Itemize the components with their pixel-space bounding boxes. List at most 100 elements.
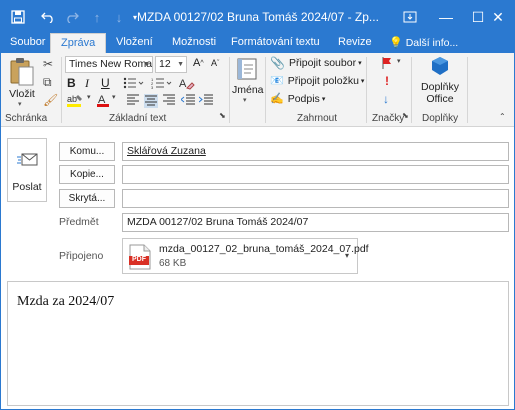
- tab-options[interactable]: Možnosti: [169, 33, 219, 53]
- minimize-button[interactable]: —: [429, 1, 463, 33]
- subject-field[interactable]: MZDA 00127/02 Bruna Tomáš 2024/07: [122, 213, 509, 232]
- signature-icon: ✍: [270, 93, 284, 105]
- ribbon: Vložit ▾ ✂ ⧉ 🖌 Schránka Times New Roma ▼…: [1, 53, 514, 127]
- attachment-size: 68 KB: [159, 258, 187, 269]
- bold-button[interactable]: B: [67, 76, 76, 90]
- clipboard-group-label: Schránka: [5, 113, 48, 124]
- send-label: Poslat: [12, 181, 42, 193]
- to-field[interactable]: Sklářová Zuzana: [122, 142, 509, 161]
- paste-button[interactable]: Vložit ▾: [6, 57, 38, 109]
- attachment-item[interactable]: PDF mzda_00127_02_bruna_tomáš_2024_07.pd…: [122, 238, 369, 274]
- bcc-field[interactable]: [122, 189, 509, 208]
- highlight-color-icon[interactable]: ab: [67, 93, 85, 110]
- bullets-icon[interactable]: [123, 77, 145, 92]
- grow-font-icon[interactable]: A ^: [193, 57, 204, 69]
- message-body-text[interactable]: Mzda za 2024/07: [17, 294, 114, 310]
- chevron-down-icon: ▾: [243, 97, 247, 104]
- chevron-down-icon: ▼: [143, 61, 150, 68]
- tab-review[interactable]: Revize: [335, 33, 375, 53]
- chevron-down-icon[interactable]: ▾: [87, 93, 91, 101]
- redo-icon[interactable]: [63, 8, 81, 26]
- window-title: MZDA 00127/02 Bruna Tomáš 2024/07 - Zp..…: [137, 10, 379, 24]
- addins-group-label: Doplňky: [422, 113, 459, 124]
- dialog-launcher-icon[interactable]: ⬊: [219, 111, 226, 120]
- send-icon: [17, 153, 38, 166]
- align-left-icon[interactable]: [127, 94, 139, 109]
- copy-icon[interactable]: ⧉: [43, 75, 52, 90]
- font-name-value: Times New Roma: [69, 58, 153, 70]
- send-button[interactable]: Poslat: [7, 138, 47, 202]
- message-body[interactable]: Mzda za 2024/07: [7, 281, 509, 406]
- save-icon[interactable]: [9, 8, 27, 26]
- ribbon-display-options-icon[interactable]: [393, 1, 427, 33]
- shrink-font-icon[interactable]: Aˇ: [211, 58, 219, 68]
- recipient-name[interactable]: Sklářová Zuzana: [127, 145, 206, 157]
- chevron-down-icon: ▾: [358, 60, 362, 67]
- align-right-icon[interactable]: [163, 94, 175, 109]
- svg-text:3: 3: [151, 85, 154, 89]
- close-button[interactable]: ✕: [481, 1, 514, 33]
- office-addins-button[interactable]: Doplňky Office: [415, 56, 465, 110]
- tags-group-label: Značky: [372, 113, 405, 124]
- subject-label: Předmět: [59, 216, 99, 228]
- font-color-icon[interactable]: A: [97, 93, 109, 110]
- signature-label: Podpis: [287, 92, 320, 105]
- decrease-indent-icon[interactable]: [180, 94, 195, 109]
- dialog-launcher-icon[interactable]: ⬊: [402, 111, 409, 120]
- chevron-down-icon[interactable]: ▾: [397, 57, 401, 65]
- attach-item-icon: 📧: [270, 75, 284, 87]
- align-center-icon[interactable]: [144, 94, 158, 108]
- attachment-name: mzda_00127_02_bruna_tomáš_2024_07.pdf: [159, 243, 369, 255]
- tell-me[interactable]: 💡 Další info...: [389, 36, 459, 50]
- bcc-button[interactable]: Skrytá...: [59, 189, 115, 208]
- attached-label: Připojeno: [59, 250, 104, 262]
- numbering-icon[interactable]: 123: [151, 77, 173, 92]
- font-size-value: 12: [159, 58, 171, 70]
- group-divider: [61, 57, 62, 123]
- cc-button[interactable]: Kopie...: [59, 165, 115, 184]
- undo-icon[interactable]: [39, 8, 57, 26]
- next-item-icon[interactable]: ↓: [111, 8, 127, 26]
- font-size-select[interactable]: 12 ▼: [155, 56, 187, 73]
- attachment-menu-icon[interactable]: ▾: [345, 251, 349, 260]
- chevron-down-icon[interactable]: ▾: [112, 93, 116, 101]
- paste-icon: [10, 58, 34, 86]
- chevron-down-icon: ▼: [177, 61, 184, 68]
- tell-me-label: Další info...: [405, 36, 459, 49]
- increase-indent-icon[interactable]: [198, 94, 213, 109]
- cut-icon[interactable]: ✂: [43, 57, 53, 71]
- signature-button[interactable]: ✍ Podpis ▾: [270, 92, 325, 106]
- cc-field[interactable]: [122, 165, 509, 184]
- high-importance-icon[interactable]: !: [385, 74, 389, 88]
- address-book-button[interactable]: Jména ▾: [232, 57, 264, 109]
- clear-formatting-icon[interactable]: A: [179, 76, 195, 93]
- attach-file-button[interactable]: 📎 Připojit soubor ▾: [270, 56, 362, 70]
- underline-button[interactable]: U: [101, 76, 110, 90]
- italic-button[interactable]: I: [85, 76, 89, 91]
- include-group-label: Zahrnout: [297, 113, 338, 124]
- previous-item-icon[interactable]: ↑: [89, 8, 105, 26]
- office-addins-label-line1: Doplňky: [421, 81, 459, 93]
- tab-message[interactable]: Zpráva: [50, 33, 107, 53]
- paperclip-icon: 📎: [270, 56, 285, 70]
- tab-insert[interactable]: Vložení: [113, 33, 156, 53]
- group-divider: [366, 57, 367, 123]
- paste-dropdown-icon[interactable]: ▾: [18, 100, 22, 108]
- pdf-badge: PDF: [132, 256, 146, 263]
- address-book-icon: [237, 58, 257, 80]
- lightbulb-icon: 💡: [389, 37, 403, 49]
- attach-item-button[interactable]: 📧 Připojit položku ▾: [270, 74, 364, 88]
- format-painter-icon[interactable]: 🖌: [43, 93, 58, 107]
- to-button[interactable]: Komu...: [59, 142, 115, 161]
- group-divider: [411, 57, 412, 123]
- ribbon-tabs: Soubor Zpráva Vložení Možnosti Formátová…: [1, 33, 514, 53]
- group-divider: [265, 57, 266, 123]
- attach-file-label: Připojit soubor: [288, 57, 357, 69]
- tab-format-text[interactable]: Formátování textu: [228, 33, 323, 53]
- font-name-select[interactable]: Times New Roma ▼: [65, 56, 153, 73]
- follow-up-flag-icon[interactable]: [381, 57, 395, 72]
- tab-file[interactable]: Soubor: [7, 33, 48, 53]
- low-importance-icon[interactable]: ↓: [383, 92, 389, 106]
- names-label: Jména: [232, 84, 264, 96]
- collapse-ribbon-icon[interactable]: ⌃: [499, 112, 506, 121]
